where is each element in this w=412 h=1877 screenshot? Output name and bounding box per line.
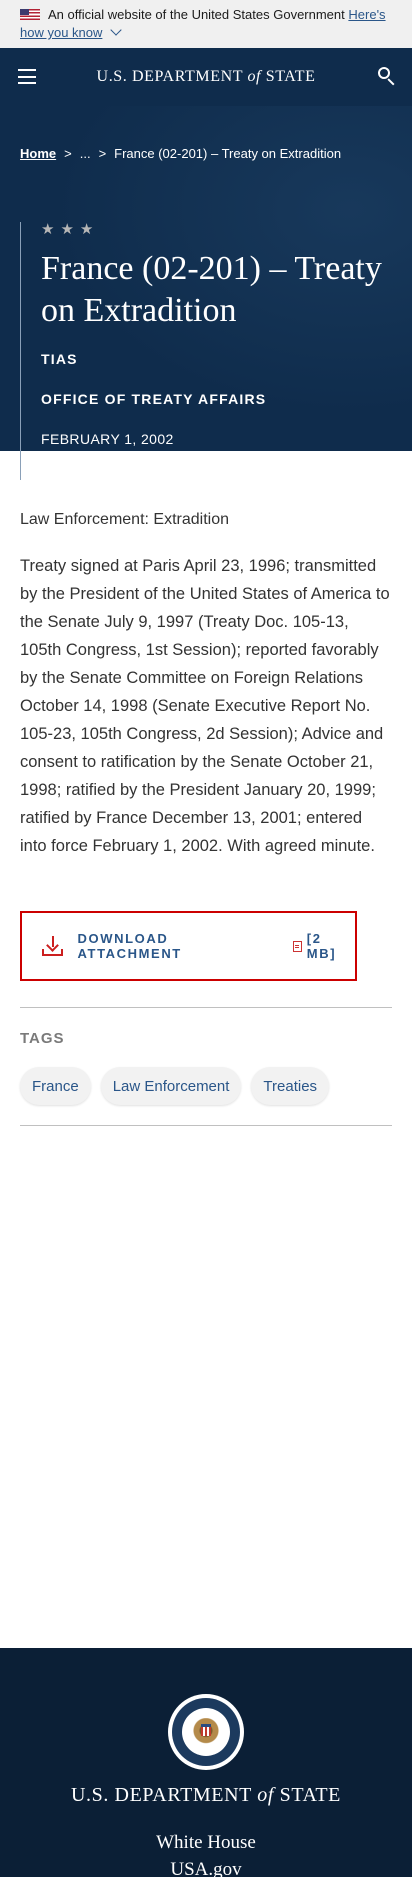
tags-list: France Law Enforcement Treaties — [20, 1067, 392, 1105]
office-name[interactable]: OFFICE OF TREATY AFFAIRS — [41, 391, 392, 407]
gov-banner-text: An official website of the United States… — [48, 7, 345, 22]
footer-logo-title[interactable]: U.S. DEPARTMENT of STATE — [0, 1784, 412, 1807]
category-line: Law Enforcement: Extradition — [20, 511, 229, 528]
gov-banner: An official website of the United States… — [0, 0, 412, 48]
hero-section: Home > ... > France (02-201) – Treaty on… — [0, 106, 412, 480]
tag-law-enforcement[interactable]: Law Enforcement — [100, 1067, 242, 1105]
page-title: France (02-201) – Treaty on Extradition — [41, 250, 382, 329]
us-flag-icon — [20, 9, 40, 20]
breadcrumb-separator: > — [98, 146, 107, 161]
divider — [20, 1007, 392, 1008]
hero-content: ★★★ France (02-201) – Treaty on Extradit… — [20, 221, 392, 480]
download-icon — [42, 936, 64, 956]
treaty-description: Treaty signed at Paris April 23, 1996; t… — [20, 557, 390, 855]
divider — [20, 1125, 392, 1126]
main-content: Law Enforcement: Extradition Treaty sign… — [0, 511, 412, 1126]
breadcrumb-current: France (02-201) – Treaty on Extradition — [114, 146, 342, 161]
publish-date: FEBRUARY 1, 2002 — [41, 431, 174, 447]
tags-heading: TAGS — [20, 1030, 65, 1047]
content-type-label: TIAS — [41, 351, 78, 367]
footer-link-usa-gov[interactable]: USA.gov — [0, 1859, 412, 1877]
stars-icon: ★★★ — [41, 221, 100, 238]
tag-france[interactable]: France — [20, 1067, 91, 1105]
download-size: [2 MB] — [306, 931, 337, 961]
hamburger-menu-icon[interactable] — [18, 69, 36, 84]
breadcrumb: Home > ... > France (02-201) – Treaty on… — [20, 146, 341, 161]
footer-link-white-house[interactable]: White House — [0, 1832, 412, 1854]
site-logo-title[interactable]: U.S. DEPARTMENT of STATE — [97, 68, 316, 86]
download-attachment-button[interactable]: DOWNLOAD ATTACHMENT [2 MB] — [20, 911, 357, 981]
site-header: U.S. DEPARTMENT of STATE — [0, 48, 412, 106]
chevron-down-icon[interactable] — [110, 24, 123, 36]
download-label: DOWNLOAD ATTACHMENT — [77, 931, 182, 961]
pdf-file-icon — [292, 940, 302, 952]
site-footer: U.S. DEPARTMENT of STATE White House USA… — [0, 1648, 412, 1877]
tag-treaties[interactable]: Treaties — [251, 1067, 330, 1105]
breadcrumb-home-link[interactable]: Home — [20, 146, 56, 161]
search-icon[interactable] — [378, 67, 396, 86]
breadcrumb-ellipsis[interactable]: ... — [80, 146, 91, 161]
department-seal-icon — [168, 1694, 244, 1770]
breadcrumb-separator: > — [64, 146, 72, 161]
